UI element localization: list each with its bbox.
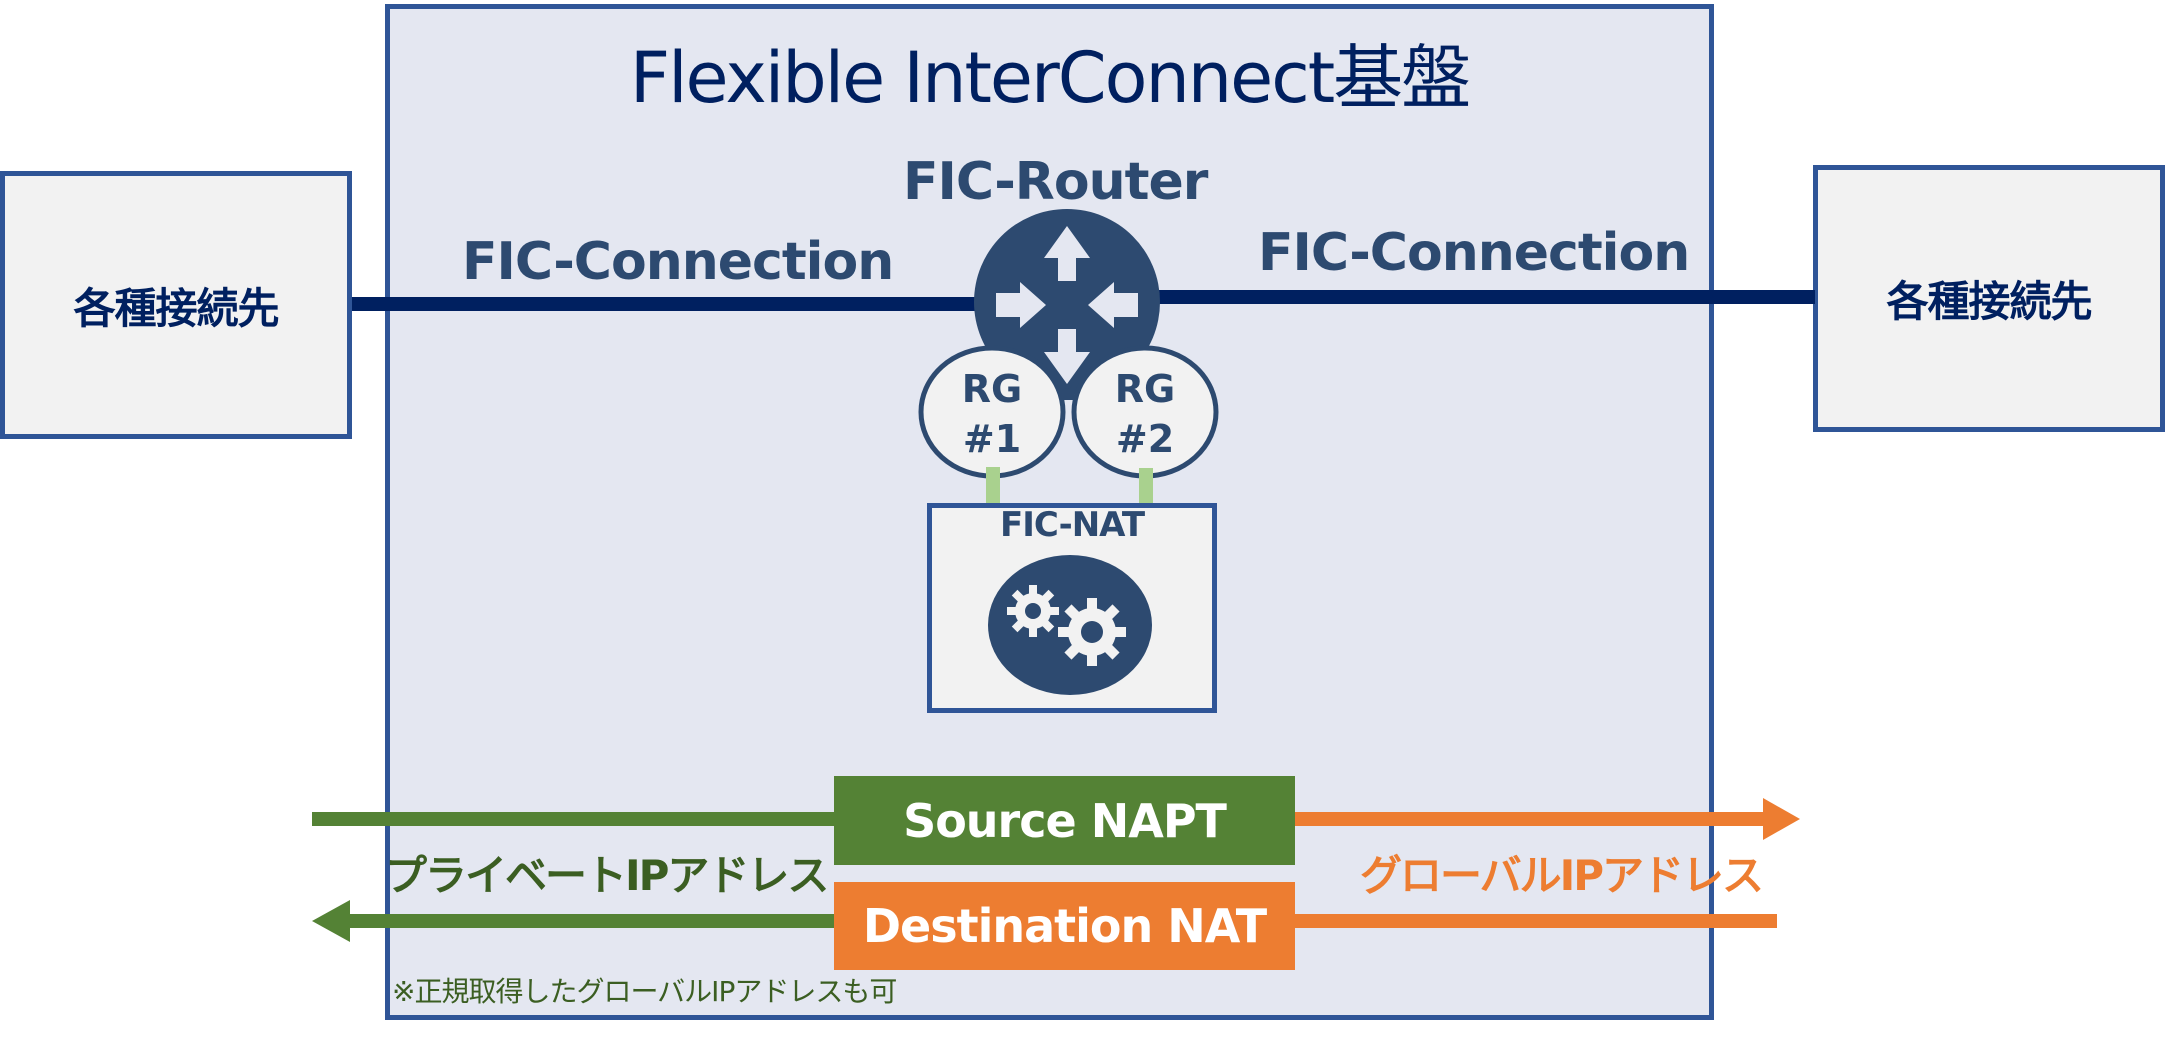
private-inbound-line <box>348 914 834 928</box>
global-inbound-line <box>1295 914 1777 928</box>
footnote: ※正規取得したグローバルIPアドレスも可 <box>392 975 897 1008</box>
destination-nat-label: Destination NAT <box>862 899 1267 953</box>
private-inbound-arrowhead <box>312 900 350 942</box>
destination-nat-box: Destination NAT <box>834 882 1295 970</box>
global-ip-label: グローバルIPアドレス <box>1360 851 1764 900</box>
global-outbound-arrowhead <box>1763 798 1800 840</box>
private-ip-label: プライベートIPアドレス <box>385 851 829 900</box>
private-outbound-line <box>312 812 834 826</box>
source-napt-label: Source NAPT <box>903 793 1227 848</box>
source-napt-box: Source NAPT <box>834 776 1295 865</box>
global-outbound-line <box>1295 812 1765 826</box>
